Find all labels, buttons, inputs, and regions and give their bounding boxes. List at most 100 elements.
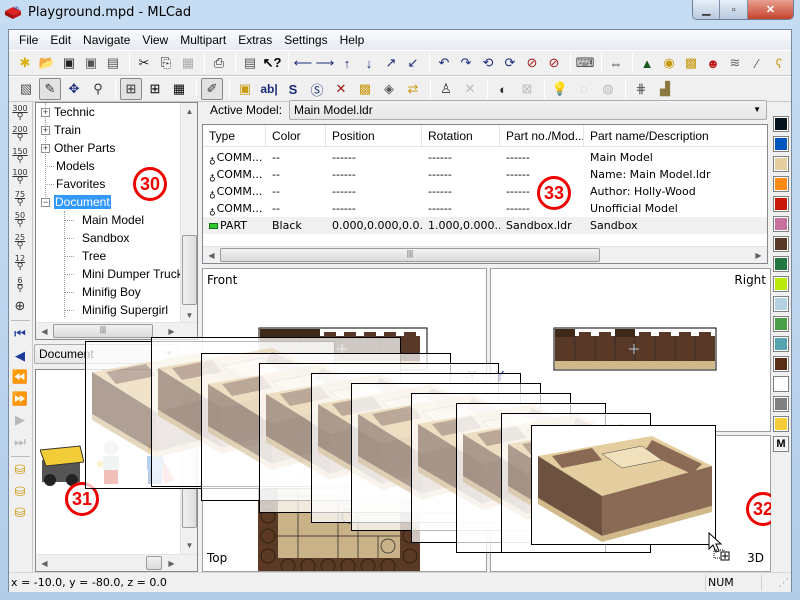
more-colors-button[interactable]: M — [773, 436, 789, 452]
first-step-button[interactable]: ⏮ — [9, 324, 31, 346]
list-horizontal-scrollbar[interactable]: ◀ ||| ▶ — [203, 246, 767, 263]
scroll-left-icon[interactable]: ◀ — [203, 247, 220, 263]
spring-button[interactable]: ≋ — [725, 52, 745, 74]
keyboard-button[interactable]: ⌨ — [575, 52, 595, 74]
minifig-head-button[interactable]: ☻ — [703, 52, 723, 74]
move-minus-z-button[interactable]: ↙ — [403, 52, 423, 74]
delete-button[interactable]: ✕ — [330, 78, 352, 100]
color-swatch[interactable] — [773, 396, 789, 412]
menu-navigate[interactable]: Navigate — [77, 33, 136, 47]
light-off-button[interactable]: ◌ — [573, 78, 595, 100]
menu-extras[interactable]: Extras — [232, 33, 278, 47]
last-step-button[interactable]: ⏭ — [9, 432, 31, 454]
color-swatch[interactable] — [773, 216, 789, 232]
rewind-button[interactable]: ⏪ — [9, 367, 31, 389]
color-swatch[interactable] — [773, 296, 789, 312]
tree-item-models[interactable]: Models — [41, 157, 95, 175]
tree-item-document[interactable]: − Document — [41, 193, 111, 211]
column-header-part-no[interactable]: Part no./Mod... — [500, 125, 584, 147]
color-swatch[interactable] — [773, 416, 789, 432]
menu-view[interactable]: View — [136, 33, 174, 47]
unghost-button[interactable]: ✕ — [459, 78, 481, 100]
draw-button[interactable]: ✐ — [201, 78, 223, 100]
tree-item-technic[interactable]: + Technic — [41, 103, 95, 121]
scroll-down-icon[interactable]: ▼ — [181, 537, 197, 554]
color-swatch[interactable] — [773, 136, 789, 152]
move-minus-x-button[interactable]: ⟵ — [293, 52, 313, 74]
table-row[interactable]: ♀COMM... -- ------ ------ ------ Unofficial M… — [203, 200, 767, 217]
views-button[interactable]: ▧ — [15, 78, 37, 100]
table-row[interactable]: ♀COMM... -- ------ ------ ------ Author: Holl… — [203, 183, 767, 200]
zoom-12-button[interactable]: 12 ⚲ — [9, 253, 31, 275]
move-view-button[interactable]: ✥ — [63, 78, 85, 100]
previous-step-button[interactable]: ◀ — [9, 346, 31, 368]
add-submodel-button[interactable]: Ⓢ — [306, 78, 328, 100]
edit-mode-button[interactable]: ✎ — [39, 78, 61, 100]
minimize-button[interactable]: ▁ — [693, 0, 721, 19]
add-group-button[interactable]: ⇄ — [402, 78, 424, 100]
rotate-z-neg-button[interactable]: ⊘ — [522, 52, 542, 74]
color-swatch[interactable] — [773, 176, 789, 192]
resize-grip-icon[interactable]: ⋰ — [761, 575, 789, 591]
zoom-view-button[interactable]: ⚲ — [87, 78, 109, 100]
snap-grid-button[interactable]: ⋕ — [630, 78, 652, 100]
expand-icon[interactable]: + — [41, 126, 50, 136]
save-all-button[interactable]: ▤ — [103, 52, 123, 74]
scroll-right-icon[interactable]: ▶ — [163, 555, 180, 571]
menu-edit[interactable]: Edit — [44, 33, 77, 47]
zoom-300-button[interactable]: 300 ⚲ — [9, 102, 31, 124]
preview-horizontal-scrollbar[interactable]: ◀ ▶ — [36, 554, 197, 571]
color-swatch[interactable] — [773, 316, 789, 332]
color-swatch[interactable] — [773, 116, 789, 132]
adjust-button[interactable]: ⇔ — [606, 52, 626, 74]
context-help-button[interactable]: ↖? — [262, 52, 282, 74]
scroll-thumb[interactable] — [182, 235, 197, 305]
scroll-left-icon[interactable]: ◀ — [36, 323, 53, 339]
hose-button[interactable]: ∕ — [747, 52, 767, 74]
move-plus-x-button[interactable]: ⟶ — [315, 52, 335, 74]
grid-fine-button[interactable]: ▦ — [168, 78, 190, 100]
zoom-75-button[interactable]: 75 ⚲ — [9, 188, 31, 210]
add-comment-button[interactable]: ab| — [258, 78, 280, 100]
column-header-type[interactable]: Type — [203, 125, 266, 147]
table-row[interactable]: ♀COMM... -- ------ ------ ------ Name: Main M… — [203, 166, 767, 183]
scroll-thumb[interactable]: ||| — [53, 324, 153, 338]
color-swatch[interactable] — [773, 196, 789, 212]
grid-coarse-button[interactable]: ⊞ — [144, 78, 166, 100]
zoom-150-button[interactable]: 150 ⚲ — [9, 145, 31, 167]
zoom-100-button[interactable]: 100 ⚲ — [9, 167, 31, 189]
rotate-y-neg-button[interactable]: ⟲ — [478, 52, 498, 74]
color-swatch[interactable] — [773, 376, 789, 392]
fast-forward-button[interactable]: ⏩ — [9, 389, 31, 411]
generate-p-p-button[interactable]: ⛁ — [9, 482, 31, 504]
tree-item-other-parts[interactable]: + Other Parts — [41, 139, 115, 157]
import-button[interactable]: ▩ — [681, 52, 701, 74]
cut-button[interactable]: ✂ — [134, 52, 154, 74]
open-button[interactable]: 📂 — [37, 52, 57, 74]
color-swatch[interactable] — [773, 236, 789, 252]
tree-item-mini-dumper-truck[interactable]: Mini Dumper Truck — [64, 265, 183, 283]
color-button[interactable]: ◐ — [492, 78, 514, 100]
generate-button[interactable]: ⛁ — [9, 460, 31, 482]
column-header-rotation[interactable]: Rotation — [422, 125, 500, 147]
menu-file[interactable]: File — [13, 33, 44, 47]
bendible-button[interactable]: ʕ — [769, 52, 789, 74]
table-row[interactable]: ♀COMM... -- ------ ------ ------ Main Model — [203, 149, 767, 166]
expand-icon[interactable]: + — [41, 144, 50, 154]
lights-button[interactable]: ◍ — [597, 78, 619, 100]
color-swatch[interactable] — [773, 276, 789, 292]
tree-item-favorites[interactable]: Favorites — [41, 175, 105, 193]
rotate-y-pos-button[interactable]: ⟳ — [500, 52, 520, 74]
scroll-right-icon[interactable]: ▶ — [750, 247, 767, 263]
zoom-6-button[interactable]: 6 ⚲ — [9, 274, 31, 296]
zoom-25-button[interactable]: 25 ⚲ — [9, 231, 31, 253]
save-as-button[interactable]: ▣ — [81, 52, 101, 74]
table-row[interactable]: PART Black 0.000,0.000,0.0... 1.000,0.000..… — [203, 217, 767, 234]
copy-button[interactable]: ⎘ — [156, 52, 176, 74]
minifig-generator-button[interactable]: ▲ — [637, 52, 657, 74]
expand-icon[interactable]: + — [41, 108, 50, 118]
move-plus-z-button[interactable]: ↗ — [381, 52, 401, 74]
move-minus-y-button[interactable]: ↑ — [337, 52, 357, 74]
hide-button[interactable]: ⊠ — [516, 78, 538, 100]
add-picture-button[interactable]: ▩ — [354, 78, 376, 100]
